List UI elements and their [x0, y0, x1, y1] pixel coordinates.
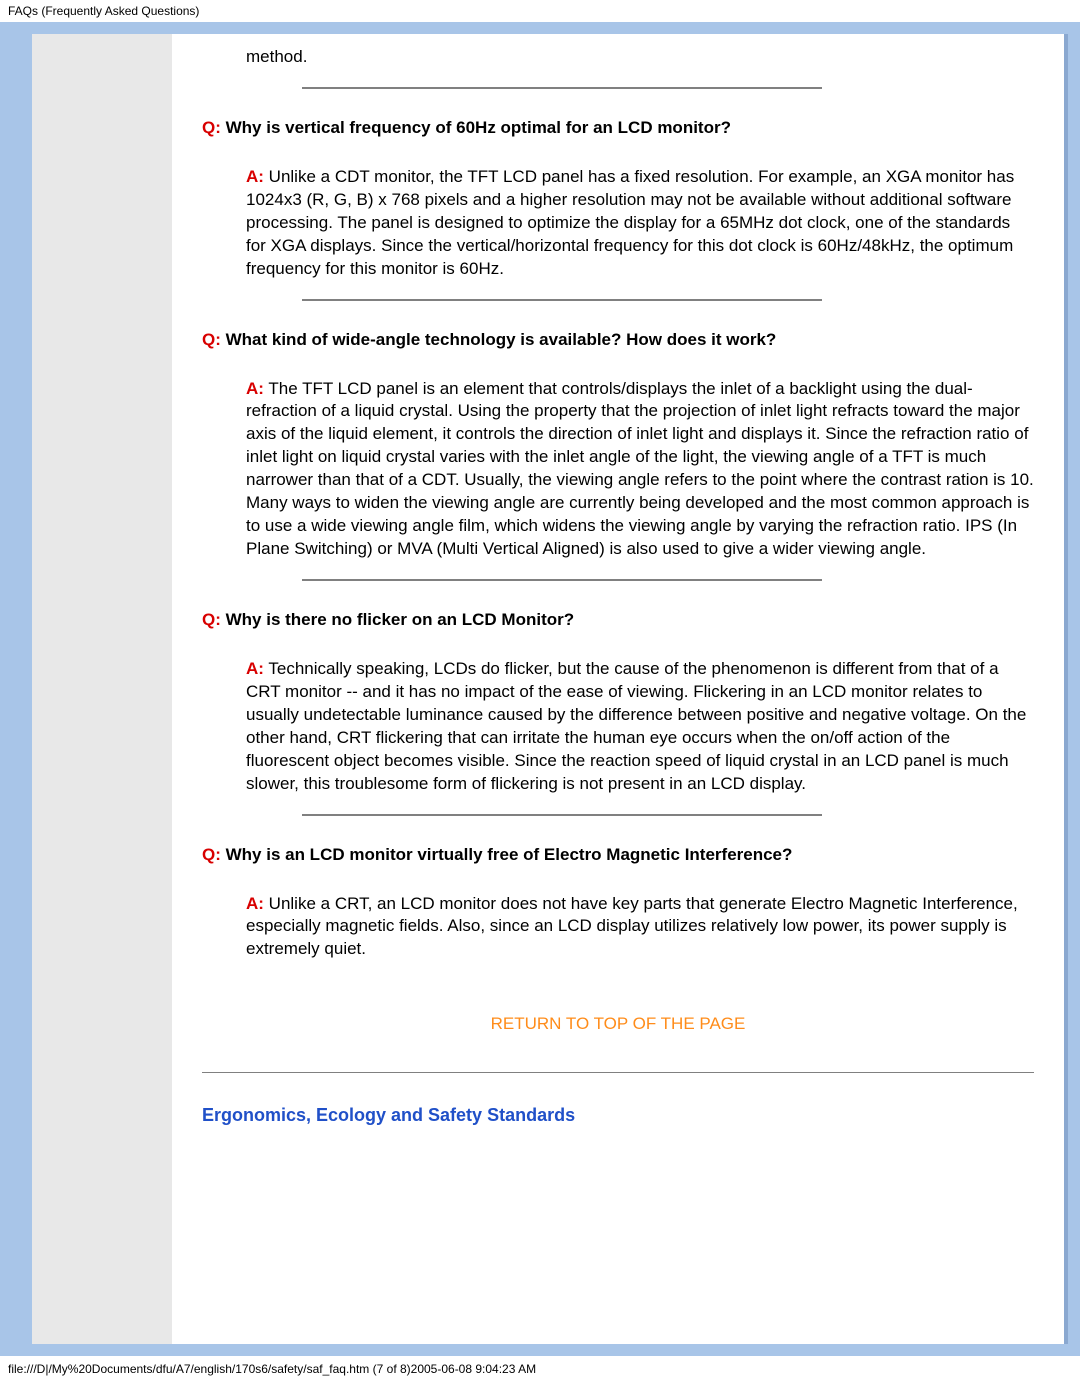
faq-item: Q: Why is an LCD monitor virtually free …	[202, 844, 1034, 962]
separator	[302, 579, 822, 581]
a-text: The TFT LCD panel is an element that con…	[246, 379, 1034, 559]
left-gutter	[32, 34, 172, 1344]
fragment-text: method.	[246, 46, 1034, 69]
q-text: Why is there no flicker on an LCD Monito…	[221, 610, 574, 629]
q-text: What kind of wide-angle technology is av…	[221, 330, 776, 349]
q-text: Why is vertical frequency of 60Hz optima…	[221, 118, 731, 137]
faq-answer: A: Unlike a CDT monitor, the TFT LCD pan…	[246, 166, 1034, 281]
page-frame: method. Q: Why is vertical frequency of …	[32, 34, 1068, 1344]
faq-answer: A: Unlike a CRT, an LCD monitor does not…	[246, 893, 1034, 962]
a-prefix: A:	[246, 379, 264, 398]
header-strip: FAQs (Frequently Asked Questions)	[0, 0, 1080, 22]
footer-path: file:///D|/My%20Documents/dfu/A7/english…	[0, 1356, 1080, 1382]
q-prefix: Q:	[202, 118, 221, 137]
faq-question: Q: Why is an LCD monitor virtually free …	[202, 844, 1034, 867]
q-prefix: Q:	[202, 610, 221, 629]
faq-question: Q: Why is there no flicker on an LCD Mon…	[202, 609, 1034, 632]
faq-item: Q: Why is there no flicker on an LCD Mon…	[202, 609, 1034, 816]
faq-answer: A: The TFT LCD panel is an element that …	[246, 378, 1034, 562]
faq-item: Q: Why is vertical frequency of 60Hz opt…	[202, 117, 1034, 301]
section-separator	[202, 1072, 1034, 1073]
q-prefix: Q:	[202, 845, 221, 864]
return-to-top-link[interactable]: RETURN TO TOP OF THE PAGE	[202, 1013, 1034, 1036]
q-text: Why is an LCD monitor virtually free of …	[221, 845, 793, 864]
faq-question: Q: Why is vertical frequency of 60Hz opt…	[202, 117, 1034, 140]
q-prefix: Q:	[202, 330, 221, 349]
a-text: Technically speaking, LCDs do flicker, b…	[246, 659, 1026, 793]
content-area: method. Q: Why is vertical frequency of …	[172, 34, 1064, 1344]
separator	[302, 814, 822, 816]
a-text: Unlike a CDT monitor, the TFT LCD panel …	[246, 167, 1014, 278]
separator	[302, 87, 822, 89]
faq-answer: A: Technically speaking, LCDs do flicker…	[246, 658, 1034, 796]
separator	[302, 299, 822, 301]
a-prefix: A:	[246, 659, 264, 678]
section-title: Ergonomics, Ecology and Safety Standards	[202, 1103, 1034, 1127]
faq-question: Q: What kind of wide-angle technology is…	[202, 329, 1034, 352]
a-prefix: A:	[246, 167, 264, 186]
a-text: Unlike a CRT, an LCD monitor does not ha…	[246, 894, 1018, 959]
page-background: method. Q: Why is vertical frequency of …	[0, 22, 1080, 1356]
a-prefix: A:	[246, 894, 264, 913]
faq-item: Q: What kind of wide-angle technology is…	[202, 329, 1034, 581]
